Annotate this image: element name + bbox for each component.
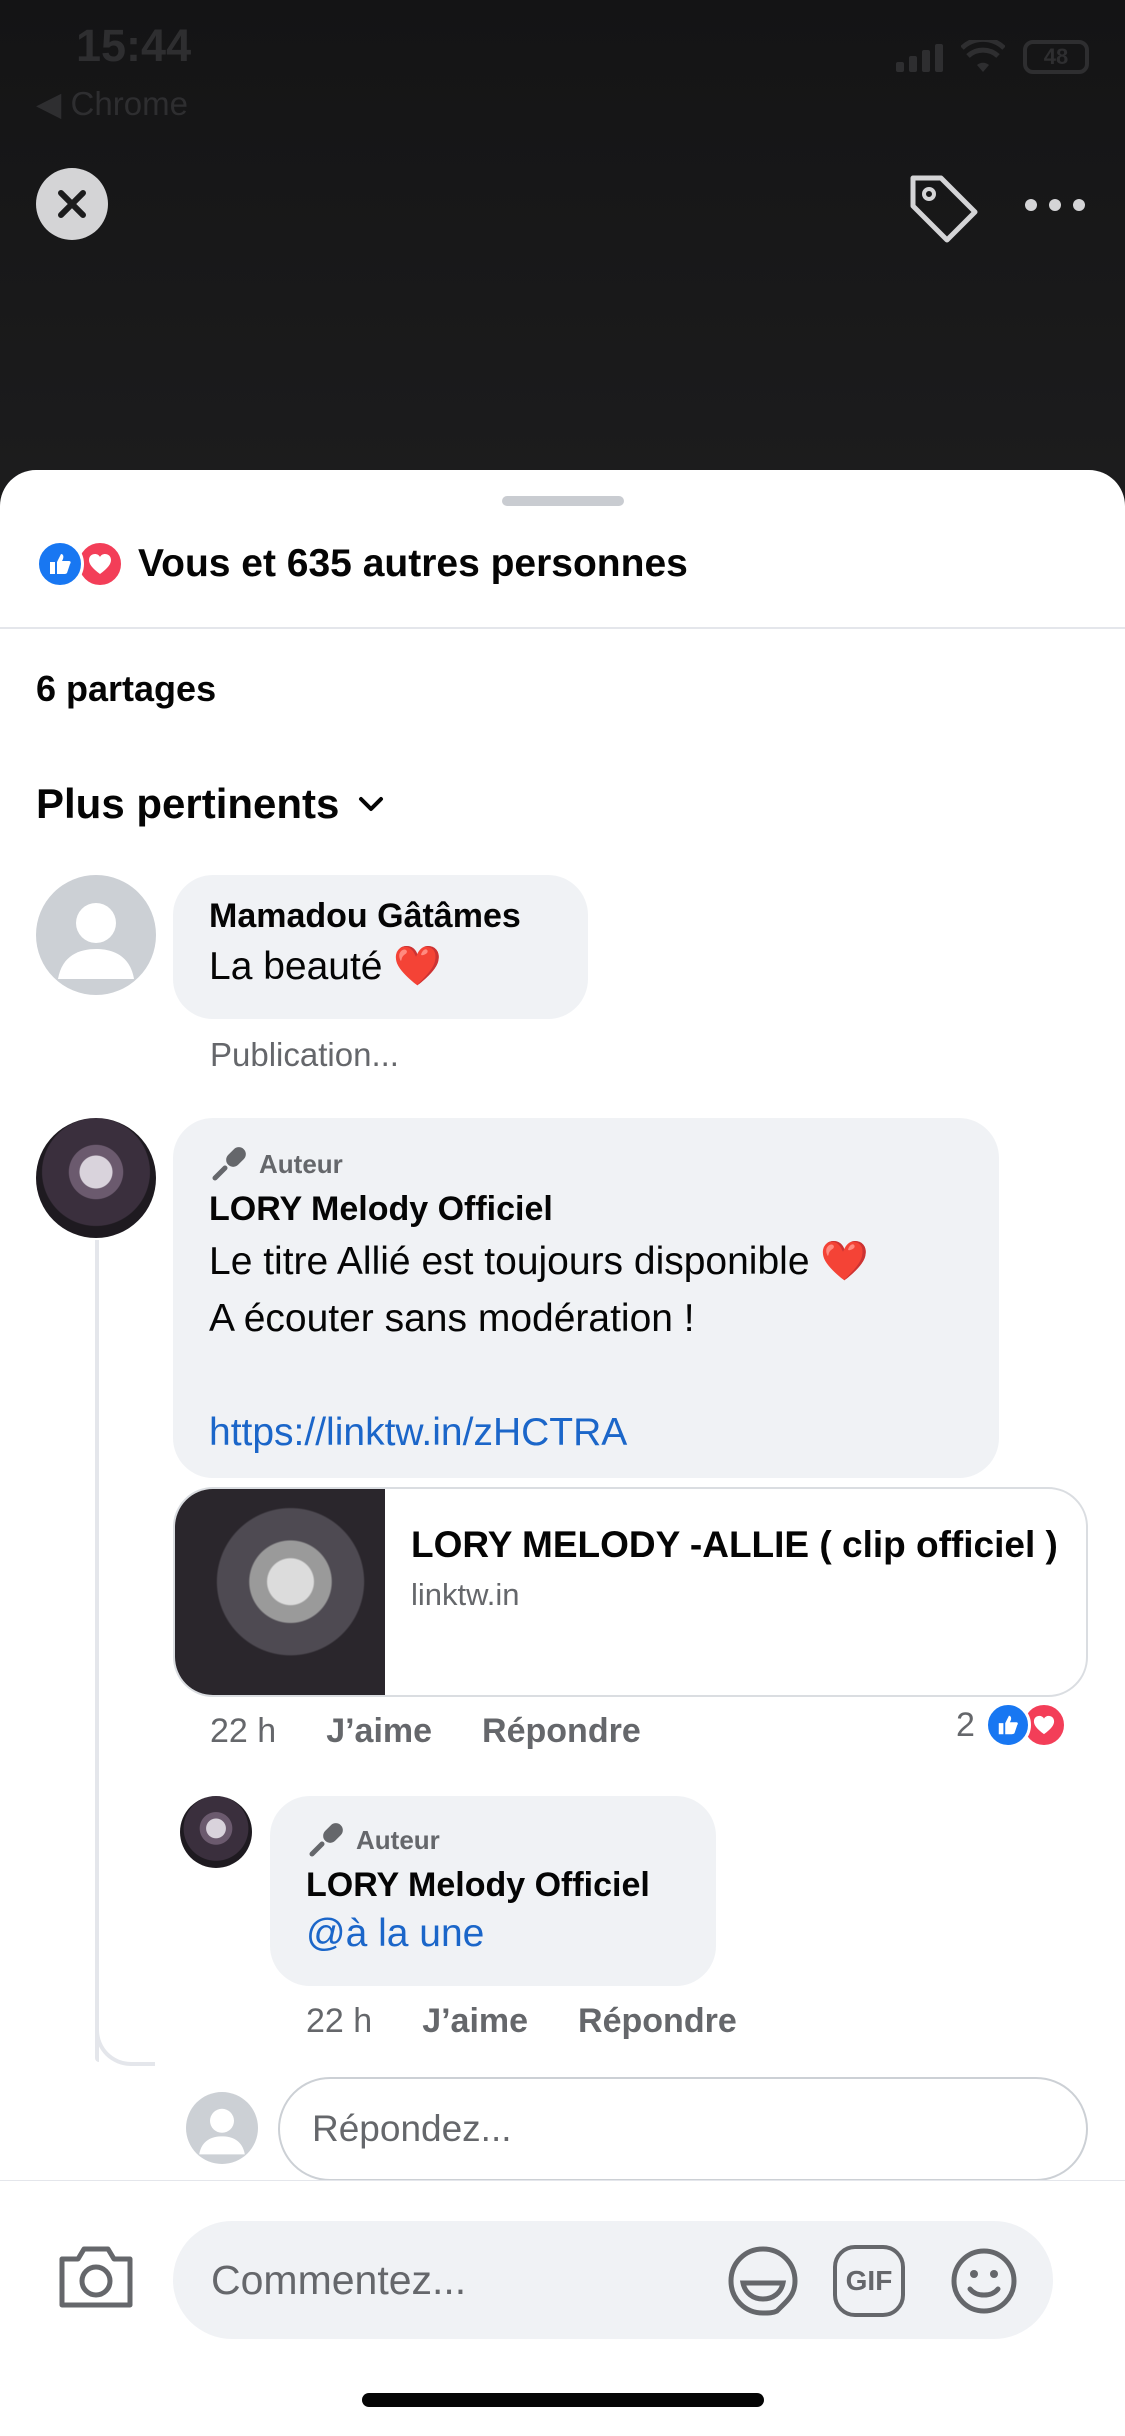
comment-text: La beauté ❤️ bbox=[209, 945, 442, 988]
gif-icon: GIF bbox=[845, 2265, 893, 2296]
author-badge: Auteur bbox=[209, 1144, 963, 1184]
mention-link[interactable]: @à la une bbox=[306, 1905, 680, 1962]
chevron-down-icon bbox=[359, 797, 384, 811]
author-badge-label: Auteur bbox=[259, 1148, 343, 1179]
link-title: LORY MELODY -ALLIE ( clip officiel ) bbox=[411, 1524, 1058, 1565]
comment-bubble[interactable]: Auteur LORY Melody Officiel Le titre All… bbox=[173, 1118, 999, 1478]
status-time: 15:44 bbox=[76, 20, 192, 71]
shares-count[interactable]: 6 partages bbox=[36, 668, 216, 710]
reply-bubble[interactable]: Auteur LORY Melody Officiel @à la une bbox=[270, 1796, 716, 1986]
like-button[interactable]: J’aime bbox=[326, 1712, 432, 1751]
sort-dropdown[interactable]: Plus pertinents bbox=[36, 780, 385, 828]
publication-link[interactable]: Publication... bbox=[210, 1036, 399, 1074]
comment-text: Le titre Allié est toujours disponible ❤… bbox=[209, 1240, 869, 1283]
avatar[interactable] bbox=[36, 875, 156, 995]
link-thumbnail bbox=[175, 1489, 385, 1695]
like-icon bbox=[36, 540, 84, 588]
like-icon bbox=[984, 1702, 1031, 1748]
reply-actions: 22 h J’aime Répondre bbox=[306, 2002, 737, 2041]
comment-bubble[interactable]: Mamadou Gâtâmes La beauté ❤️ bbox=[173, 875, 588, 1019]
status-icons: 48 bbox=[896, 40, 1089, 74]
close-button[interactable] bbox=[36, 168, 108, 240]
link-preview-card[interactable]: LORY MELODY -ALLIE ( clip officiel ) lin… bbox=[173, 1487, 1088, 1697]
reactions-summary-text: Vous et 635 autres personnes bbox=[138, 542, 688, 585]
reply-input[interactable]: Répondez... bbox=[278, 2077, 1088, 2181]
emoji-icon[interactable] bbox=[948, 2245, 1020, 2317]
close-icon bbox=[58, 190, 86, 218]
reply-button[interactable]: Répondre bbox=[578, 2002, 737, 2041]
camera-icon[interactable] bbox=[56, 2241, 136, 2311]
author-badge: Auteur bbox=[306, 1820, 680, 1860]
comment-input[interactable]: Commentez... GIF bbox=[173, 2221, 1053, 2339]
microphone-icon bbox=[309, 1823, 343, 1857]
sticker-icon[interactable] bbox=[725, 2243, 801, 2319]
avatar[interactable] bbox=[180, 1796, 252, 1868]
signal-icon bbox=[896, 42, 943, 72]
reactions-summary[interactable]: Vous et 635 autres personnes bbox=[36, 540, 688, 588]
more-icon bbox=[1025, 199, 1037, 211]
comment-author[interactable]: LORY Melody Officiel bbox=[209, 1190, 963, 1229]
comment-text: A écouter sans modération ! bbox=[209, 1297, 695, 1340]
microphone-icon bbox=[212, 1147, 246, 1181]
back-to-app-link[interactable]: ◀ Chrome bbox=[36, 84, 188, 123]
divider bbox=[0, 627, 1125, 629]
media-background: 15:44 ◀ Chrome 48 bbox=[0, 0, 1125, 480]
thread-line bbox=[95, 1240, 99, 2062]
comment-actions: 22 h J’aime Répondre bbox=[210, 1712, 641, 1751]
wifi-icon bbox=[961, 40, 1005, 72]
comment-placeholder: Commentez... bbox=[211, 2257, 467, 2303]
tag-icon[interactable] bbox=[905, 170, 981, 246]
comment-composer: Commentez... GIF bbox=[0, 2180, 1125, 2436]
battery-icon: 48 bbox=[1023, 40, 1089, 74]
gif-button[interactable]: GIF bbox=[833, 2245, 905, 2317]
reply-placeholder: Répondez... bbox=[312, 2108, 512, 2149]
comments-sheet: Vous et 635 autres personnes 6 partages … bbox=[0, 470, 1125, 2436]
comment-time[interactable]: 22 h bbox=[210, 1712, 276, 1751]
sheet-drag-handle[interactable] bbox=[502, 496, 624, 506]
comment-reactions[interactable]: 2 bbox=[956, 1702, 1067, 1748]
more-button[interactable] bbox=[1025, 180, 1085, 230]
link-domain: linktw.in bbox=[411, 1577, 520, 1612]
avatar[interactable] bbox=[36, 1118, 156, 1238]
avatar bbox=[186, 2092, 258, 2164]
reaction-count: 2 bbox=[956, 1705, 975, 1744]
reply-button[interactable]: Répondre bbox=[482, 1712, 641, 1751]
reply-author[interactable]: LORY Melody Officiel bbox=[306, 1866, 680, 1905]
reply-time[interactable]: 22 h bbox=[306, 2002, 372, 2041]
author-badge-label: Auteur bbox=[356, 1824, 440, 1855]
thread-connector bbox=[95, 2026, 155, 2066]
like-button[interactable]: J’aime bbox=[422, 2002, 528, 2041]
sort-label: Plus pertinents bbox=[36, 780, 340, 827]
home-indicator[interactable] bbox=[362, 2393, 764, 2407]
comment-url-link[interactable]: https://linktw.in/zHCTRA bbox=[209, 1404, 963, 1461]
comment-author[interactable]: Mamadou Gâtâmes bbox=[209, 897, 552, 936]
